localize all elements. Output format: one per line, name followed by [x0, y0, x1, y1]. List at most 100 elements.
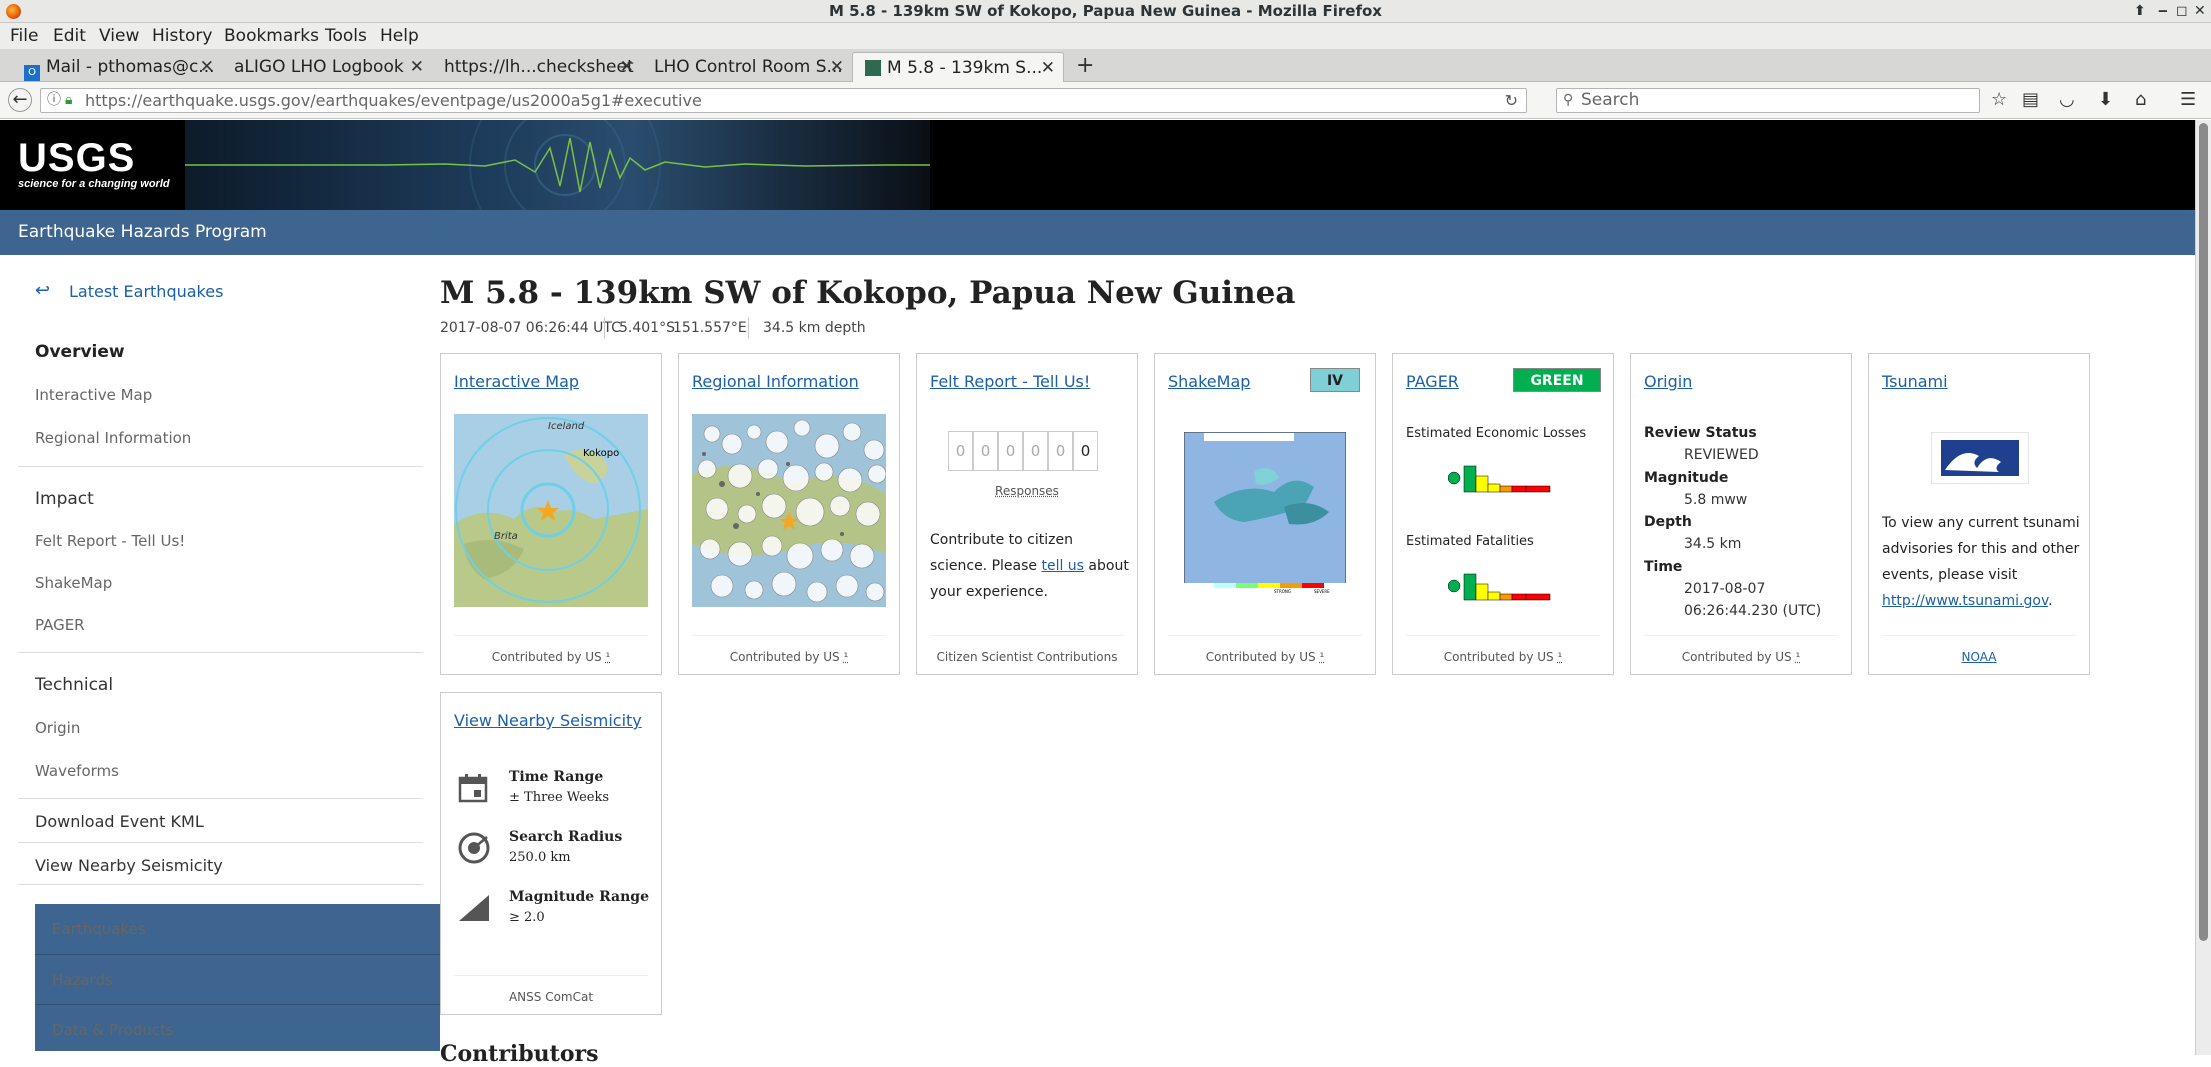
card-footer[interactable]: NOAA	[1869, 650, 2089, 664]
regional-map-thumbnail[interactable]	[692, 414, 886, 607]
card-felt-report: Felt Report - Tell Us! 0 0 0 0 0 0 Respo…	[916, 353, 1138, 675]
divider	[18, 842, 423, 843]
program-header[interactable]: Earthquake Hazards Program	[0, 210, 2195, 255]
card-footer: Contributed by US ¹	[679, 650, 899, 664]
sidebar-item-origin[interactable]: Origin	[35, 719, 80, 737]
sidebar-item-overview[interactable]: Overview	[35, 342, 125, 362]
nav-hazards[interactable]: Hazards	[35, 954, 440, 1004]
tsunami-gov-link[interactable]: http://www.tsunami.gov	[1882, 593, 2048, 609]
new-tab-icon[interactable]: +	[1076, 53, 1094, 78]
latest-earthquakes-link[interactable]: Latest Earthquakes	[69, 282, 223, 301]
hamburger-menu-icon[interactable]: ☰	[2180, 89, 2196, 111]
menu-edit[interactable]: Edit	[53, 23, 86, 49]
home-icon[interactable]: ⌂	[2135, 89, 2146, 111]
tab-logbook[interactable]: aLIGO LHO Logbook ✕	[222, 52, 432, 82]
outlook-icon: O	[24, 65, 40, 81]
seismogram-image	[185, 120, 930, 210]
sidebar-item-interactive-map[interactable]: Interactive Map	[35, 386, 152, 404]
info-sup-icon[interactable]: ¹	[844, 650, 849, 664]
close-tab-icon[interactable]: ✕	[620, 52, 634, 82]
fatalities-label: Estimated Fatalities	[1406, 534, 1534, 549]
calendar-icon	[458, 773, 488, 803]
time-clock-value: 06:26:44.230 (UTC)	[1684, 603, 1821, 619]
minimize-icon[interactable]: ‒	[2158, 0, 2168, 23]
origin-link[interactable]: Origin	[1644, 372, 1692, 391]
sidebar-item-felt-report[interactable]: Felt Report - Tell Us!	[35, 532, 185, 550]
response-counter: 0 0 0 0 0 0	[948, 431, 1108, 471]
info-icon[interactable]: ⓘ	[47, 89, 61, 112]
url-bar[interactable]: ⓘ 🔒︎ https://earthquake.usgs.gov/earthqu…	[40, 88, 1527, 113]
restore-icon[interactable]: ⬆	[2134, 0, 2146, 23]
reading-list-icon[interactable]: ▤	[2022, 89, 2039, 111]
nav-earthquakes[interactable]: Earthquakes	[35, 904, 440, 954]
felt-report-link[interactable]: Felt Report - Tell Us!	[930, 372, 1090, 391]
tell-us-link[interactable]: tell us	[1041, 558, 1084, 574]
info-sup-icon[interactable]: ¹	[1558, 650, 1563, 664]
menu-history[interactable]: History	[152, 23, 212, 49]
menu-tools[interactable]: Tools	[325, 23, 367, 49]
page-scrollbar[interactable]	[2195, 120, 2211, 1055]
counter-digit: 0	[1073, 431, 1098, 471]
fatalities-histogram	[1448, 570, 1568, 620]
nav-data-products[interactable]: Data & Products	[35, 1004, 440, 1051]
nearby-seismicity-link[interactable]: View Nearby Seismicity	[454, 711, 642, 730]
download-icon[interactable]: ⬇	[2098, 89, 2113, 111]
depth-label: Depth	[1644, 514, 1692, 530]
sidebar-item-regional-information[interactable]: Regional Information	[35, 429, 191, 447]
tsunami-warning-logo[interactable]	[1931, 432, 2029, 484]
close-tab-icon[interactable]: ✕	[1041, 53, 1055, 82]
info-sup-icon[interactable]: ¹	[1320, 650, 1325, 664]
shakemap-link[interactable]: ShakeMap	[1168, 372, 1250, 391]
search-input[interactable]: ⚲ Search	[1556, 88, 1980, 113]
pocket-icon[interactable]: ◡	[2059, 89, 2075, 111]
bookmark-star-icon[interactable]: ☆	[1991, 89, 2007, 111]
firefox-icon	[6, 4, 21, 19]
window-titlebar: M 5.8 - 139km SW of Kokopo, Papua New Gu…	[0, 0, 2211, 23]
menu-view[interactable]: View	[99, 23, 139, 49]
scrollbar-thumb[interactable]	[2199, 123, 2208, 941]
close-window-icon[interactable]: ✕	[2194, 0, 2206, 23]
interactive-map-link[interactable]: Interactive Map	[454, 372, 579, 391]
tab-usgs-event[interactable]: M 5.8 - 139km S... ✕	[852, 52, 1064, 82]
sidebar-item-download-kml[interactable]: Download Event KML	[35, 812, 204, 831]
sidebar-item-nearby-seismicity[interactable]: View Nearby Seismicity	[35, 856, 223, 875]
info-sup-icon[interactable]: ¹	[1796, 650, 1801, 664]
interactive-map-thumbnail[interactable]: Kokopo Iceland Brita	[454, 414, 648, 607]
tab-label: M 5.8 - 139km S...	[887, 58, 1042, 78]
contributor-text: Contributed by US	[1206, 650, 1316, 664]
search-radius-icon	[457, 831, 491, 865]
regional-information-link[interactable]: Regional Information	[692, 372, 859, 391]
sidebar-item-impact[interactable]: Impact	[35, 489, 94, 509]
pager-link[interactable]: PAGER	[1406, 372, 1459, 391]
tsunami-link[interactable]: Tsunami	[1882, 372, 1948, 391]
info-sup-icon[interactable]: ¹	[606, 650, 611, 664]
close-tab-icon[interactable]: ✕	[830, 52, 844, 82]
sidebar-item-waveforms[interactable]: Waveforms	[35, 762, 119, 780]
sidebar-item-pager[interactable]: PAGER	[35, 616, 85, 634]
usgs-logo[interactable]: USGS science for a changing world	[18, 138, 170, 190]
alert-level-badge: GREEN	[1513, 368, 1601, 392]
close-tab-icon[interactable]: ✕	[410, 52, 424, 82]
back-arrow-icon[interactable]: ↩	[35, 280, 50, 301]
close-tab-icon[interactable]: ✕	[200, 52, 214, 82]
sidebar-item-shakemap[interactable]: ShakeMap	[35, 574, 112, 592]
sidebar-item-technical[interactable]: Technical	[35, 675, 113, 695]
reload-icon[interactable]: ↻	[1505, 89, 1518, 112]
menu-help[interactable]: Help	[380, 23, 419, 49]
time-date-value: 2017-08-07	[1684, 581, 1765, 597]
url-text[interactable]: https://earthquake.usgs.gov/earthquakes/…	[85, 89, 702, 112]
review-status-label: Review Status	[1644, 425, 1757, 441]
maximize-icon[interactable]: ◻	[2176, 0, 2188, 23]
magnitude-range-value: ≥ 2.0	[509, 910, 545, 925]
event-latitude: 5.401°S	[619, 320, 675, 336]
lock-icon: 🔒︎	[65, 89, 72, 112]
tab-checksheet[interactable]: https://lh...checksheet ✕	[432, 52, 642, 82]
tab-control-room[interactable]: LHO Control Room S... ✕	[642, 52, 852, 82]
back-icon[interactable]: ←	[8, 88, 32, 112]
tab-mail[interactable]: O Mail - pthomas@c... ✕	[12, 52, 222, 82]
menu-bookmarks[interactable]: Bookmarks	[224, 23, 319, 49]
card-footer: Contributed by US ¹	[1631, 650, 1851, 664]
menu-file[interactable]: File	[10, 23, 38, 49]
shakemap-thumbnail[interactable]: STRONG SEVERE	[1184, 432, 1346, 595]
tab-bar: O Mail - pthomas@c... ✕ aLIGO LHO Logbook…	[0, 49, 2211, 82]
